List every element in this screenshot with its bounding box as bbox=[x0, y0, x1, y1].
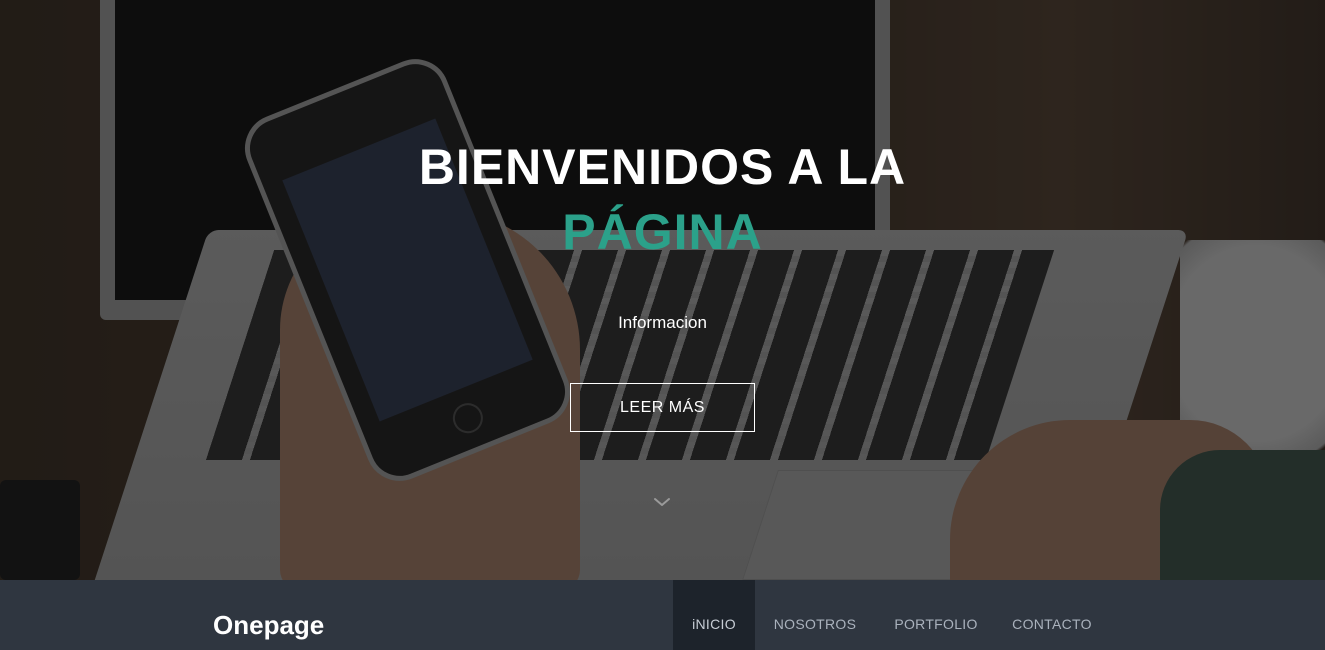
brand-logo[interactable]: Onepage bbox=[213, 610, 324, 641]
main-navbar: Onepage iNICIO NOSOTROS PORTFOLIO CONTAC… bbox=[0, 580, 1325, 650]
read-more-button[interactable]: LEER MÁS bbox=[570, 383, 755, 432]
nav-item-contacto[interactable]: CONTACTO bbox=[997, 580, 1107, 650]
hero-title-highlight: PÁGINA bbox=[562, 204, 763, 260]
nav-item-inicio[interactable]: iNICIO bbox=[673, 580, 755, 650]
nav-links: iNICIO NOSOTROS PORTFOLIO CONTACTO bbox=[673, 580, 1107, 650]
hero-subtitle: Informacion bbox=[618, 313, 707, 332]
nav-item-portfolio[interactable]: PORTFOLIO bbox=[875, 580, 997, 650]
chevron-down-icon[interactable] bbox=[652, 492, 672, 512]
hero-title: BIENVENIDOS A LA bbox=[418, 139, 907, 195]
nav-item-nosotros[interactable]: NOSOTROS bbox=[755, 580, 875, 650]
hero-section: BIENVENIDOS A LA PÁGINA Informacion LEER… bbox=[0, 0, 1325, 580]
